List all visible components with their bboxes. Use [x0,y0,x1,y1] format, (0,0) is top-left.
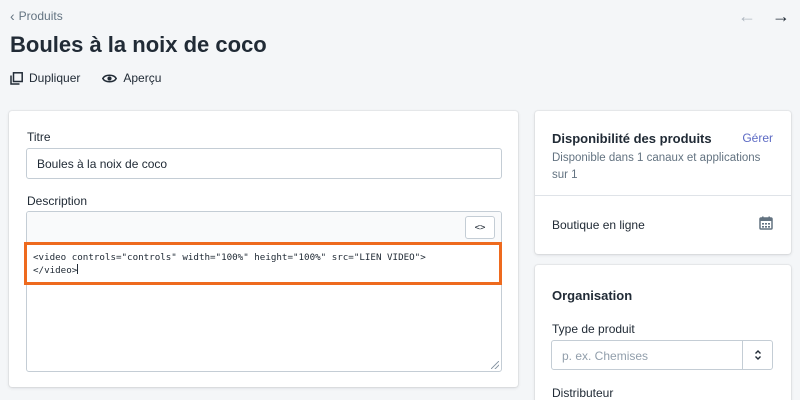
duplicate-icon [10,71,23,85]
editor-toolbar: <> [27,212,501,243]
breadcrumb-back-link[interactable]: ‹ Produits [10,9,63,23]
organization-card: Organisation Type de produit p. ex. Chem… [535,265,791,400]
calendar-icon[interactable] [759,216,773,235]
product-details-card: Titre Boules à la noix de coco Descripti… [9,111,518,387]
organization-title: Organisation [552,288,633,303]
preview-label: Aperçu [123,71,162,85]
code-line-2: </video> [33,265,78,276]
duplicate-button[interactable]: Dupliquer [10,71,80,85]
next-product-arrow-icon[interactable]: → [772,7,790,25]
page-actions: Dupliquer Aperçu [10,71,161,85]
breadcrumb-label: Produits [18,9,63,23]
top-bar: ‹ Produits ← → [10,7,790,26]
manage-link[interactable]: Gérer [742,131,773,145]
page-title: Boules à la noix de coco [10,32,267,57]
preview-button[interactable]: Aperçu [102,71,161,85]
product-pagination: ← → [738,7,790,25]
availability-title: Disponibilité des produits [552,131,712,146]
availability-description: Disponible dans 1 canaux et applications… [552,152,761,181]
select-arrows-icon[interactable] [742,341,772,369]
product-type-placeholder: p. ex. Chemises [562,349,649,363]
code-line-1: <video controls="controls" width="100%" … [33,252,426,263]
divider [535,195,791,196]
duplicate-label: Dupliquer [29,71,81,85]
title-label: Titre [27,130,51,144]
title-input[interactable]: Boules à la noix de coco [26,148,502,179]
product-type-label: Type de produit [552,322,635,336]
html-code-area[interactable]: <video controls="controls" width="100%" … [33,252,495,277]
product-availability-card: Disponibilité des produits Gérer Disponi… [535,111,791,254]
description-editor[interactable]: <> <video controls="controls" width="100… [26,211,502,372]
previous-product-arrow-icon[interactable]: ← [738,7,756,25]
vendor-label: Distributeur [552,386,614,400]
sales-channel-online-store: Boutique en ligne [552,218,645,232]
eye-icon [102,73,118,84]
show-html-toggle-button[interactable]: <> [465,216,495,239]
text-caret [77,264,79,274]
resize-handle[interactable] [491,361,499,369]
chevron-left-icon: ‹ [10,8,15,24]
description-label: Description [27,194,88,208]
product-type-select[interactable]: p. ex. Chemises [551,340,773,370]
